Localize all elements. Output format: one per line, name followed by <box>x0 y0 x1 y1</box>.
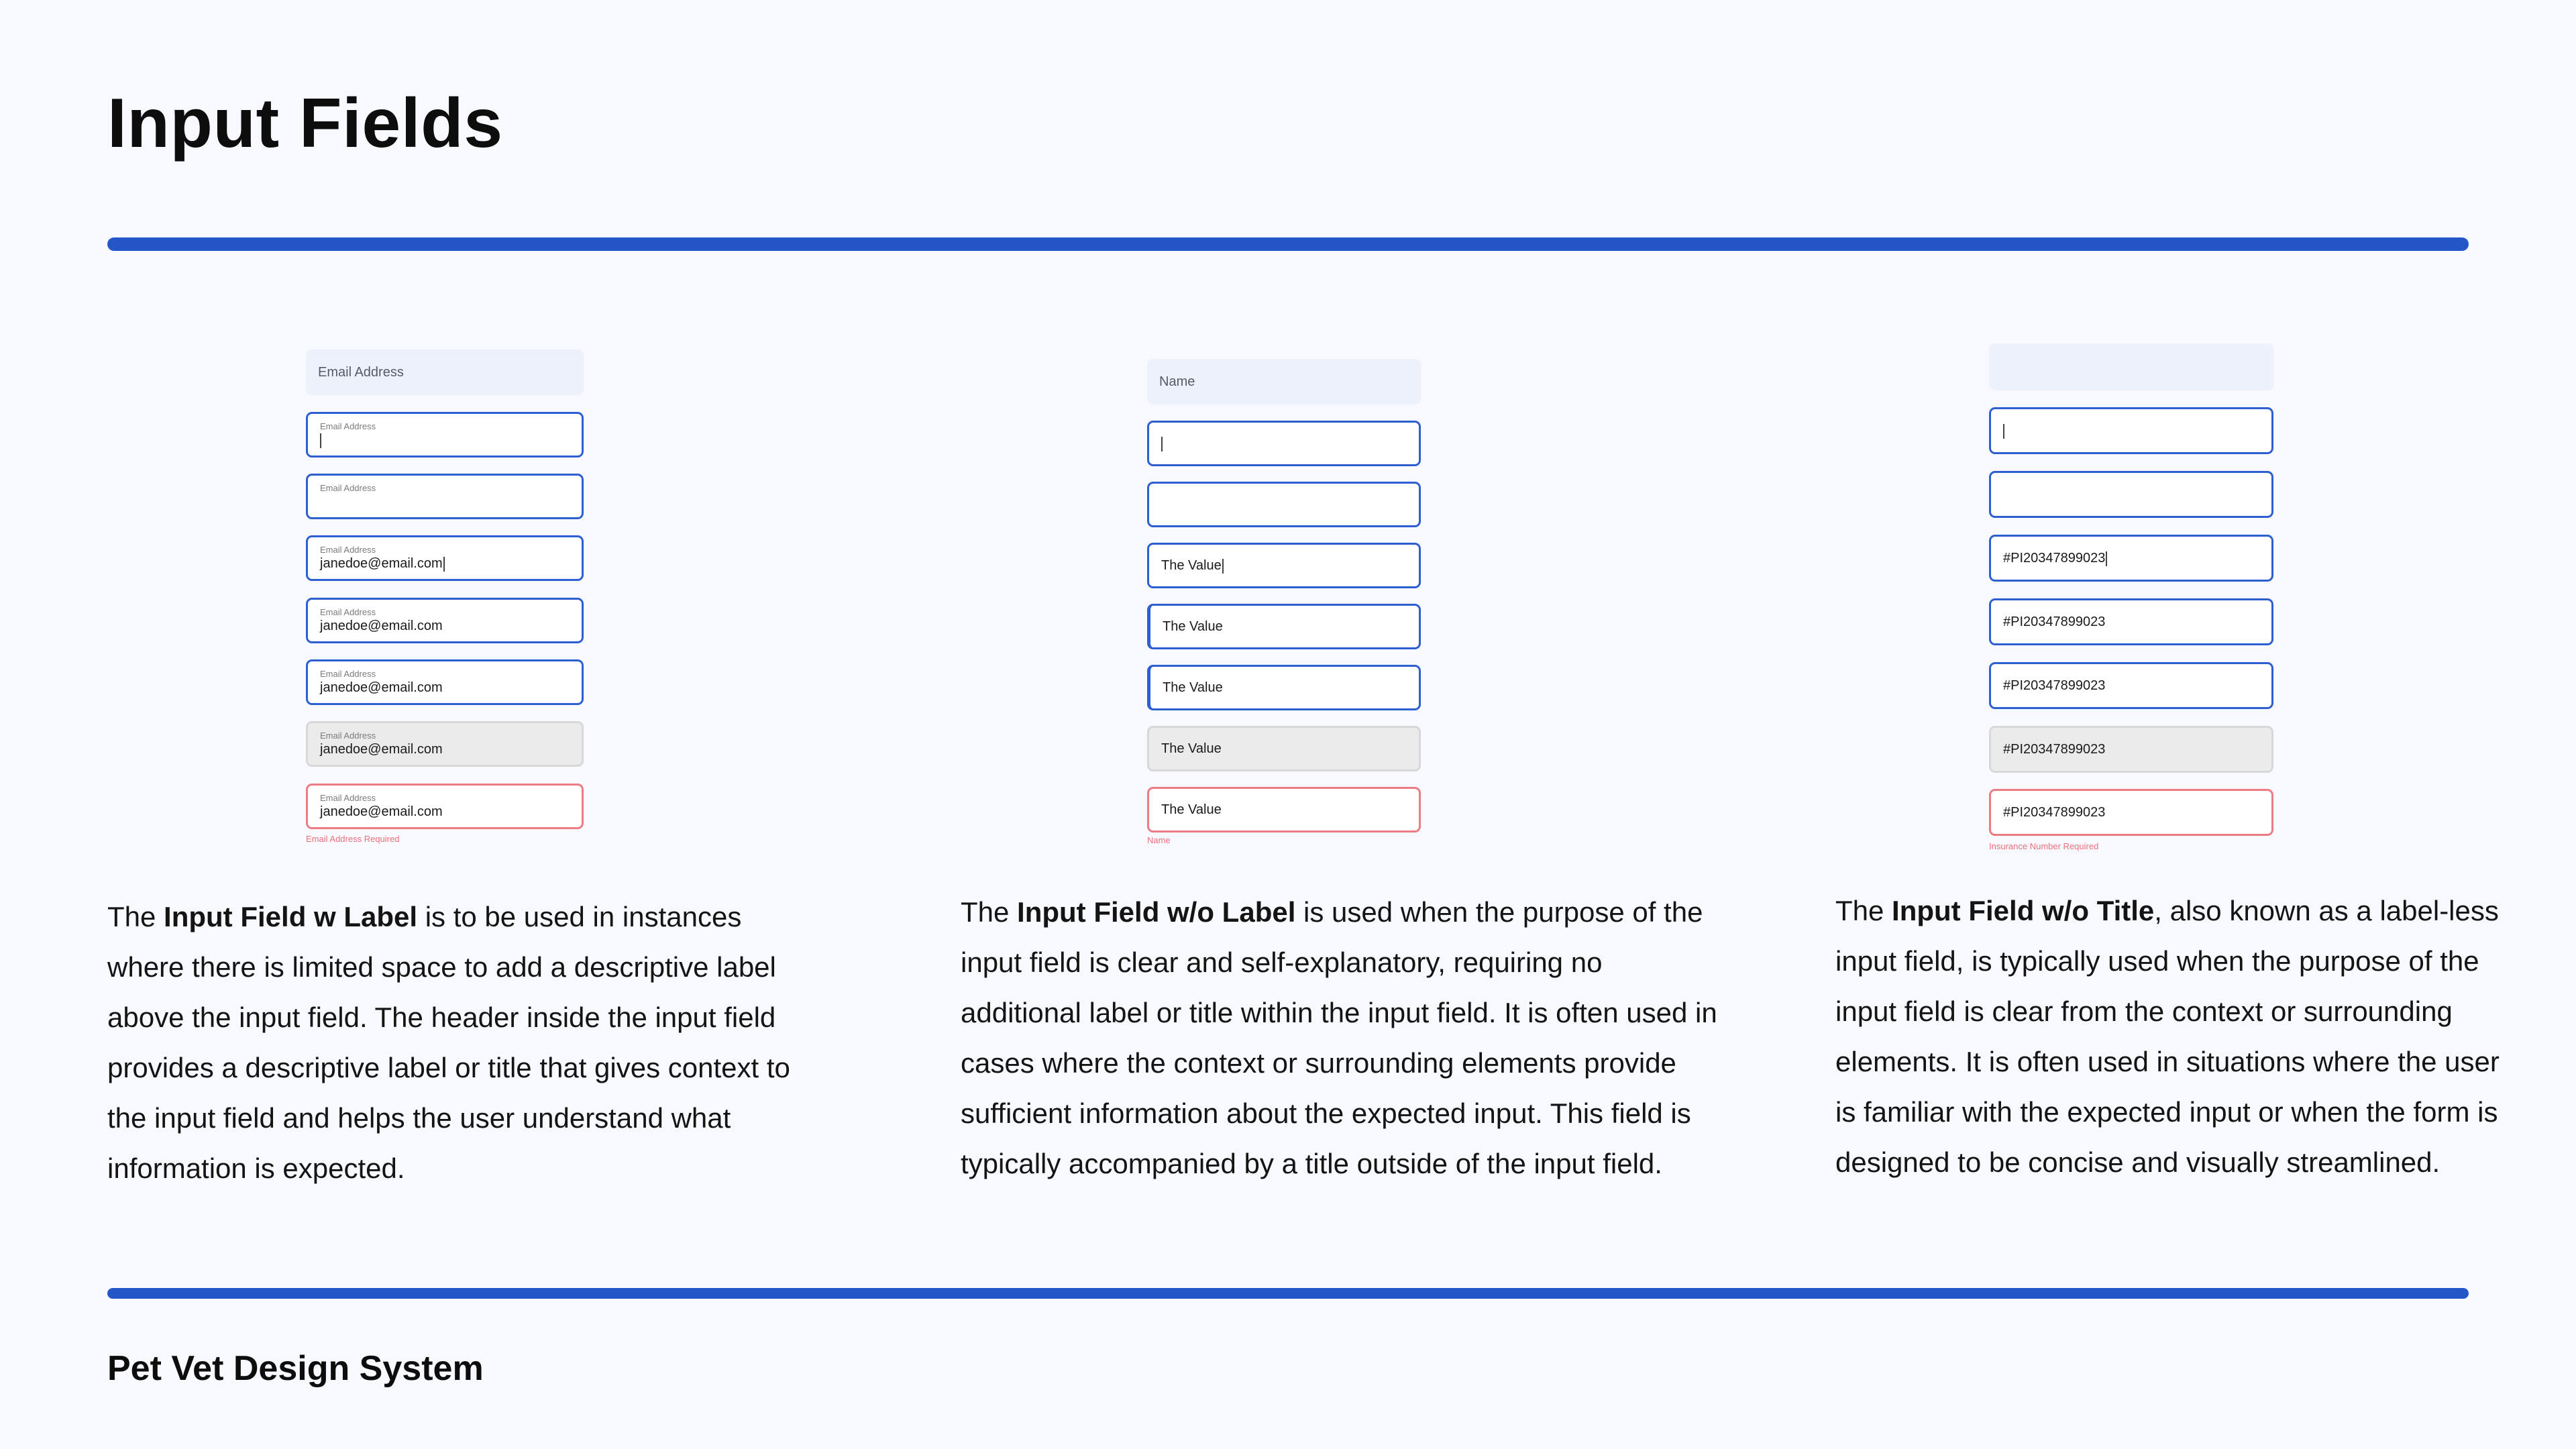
text-caret <box>443 556 445 572</box>
email-field-disabled: Email Address janedoe@email.com <box>306 721 584 767</box>
email-field-value: janedoe@email.com <box>320 618 443 633</box>
name-field-value: The Value <box>1163 619 1223 634</box>
insurance-field-value: #PI20347899023 <box>2003 551 2106 566</box>
text-caret <box>320 433 321 448</box>
name-field-value: The Value <box>1161 741 1222 756</box>
email-field-value: janedoe@email.com <box>320 555 443 571</box>
page-title: Input Fields <box>107 85 503 162</box>
email-field-typing[interactable]: Email Address janedoe@email.com <box>306 535 584 581</box>
email-error-message: Email Address Required <box>306 834 400 844</box>
email-field-filled[interactable]: Email Address janedoe@email.com <box>306 659 584 705</box>
name-header-text: Name <box>1159 374 1195 389</box>
email-field-value: janedoe@email.com <box>320 680 443 695</box>
email-field-label: Email Address <box>320 483 376 494</box>
name-field-value: The Value <box>1161 802 1222 817</box>
insurance-field-empty[interactable] <box>1989 471 2273 518</box>
footer-brand: Pet Vet Design System <box>107 1349 484 1388</box>
insurance-field-value: #PI20347899023 <box>2003 805 2106 820</box>
email-field-label: Email Address <box>320 607 376 618</box>
name-field-value: The Value <box>1161 558 1222 573</box>
name-field-disabled: The Value <box>1147 726 1421 771</box>
text-caret <box>1161 436 1163 451</box>
insurance-field-filled[interactable]: #PI20347899023 <box>1989 662 2273 709</box>
email-field-value: janedoe@email.com <box>320 741 443 757</box>
text-caret <box>2106 551 2108 566</box>
description-title: Input Field w Label <box>164 901 418 932</box>
description-without-label: The Input Field w/o Label is used when t… <box>961 896 1717 1179</box>
description-title: Input Field w/o Label <box>1017 896 1296 928</box>
text-caret <box>1222 558 1224 574</box>
email-field-label: Email Address <box>320 731 376 741</box>
insurance-field-value: #PI20347899023 <box>2003 614 2106 629</box>
email-field-empty[interactable]: Email Address <box>306 474 584 519</box>
email-field-label: Email Address <box>320 669 376 680</box>
name-error-message: Name <box>1147 835 1171 845</box>
name-field-focused-empty[interactable] <box>1147 421 1421 466</box>
insurance-field-value: #PI20347899023 <box>2003 742 2106 757</box>
email-field-filled-hover[interactable]: Email Address janedoe@email.com <box>306 598 584 643</box>
insurance-field-disabled: #PI20347899023 <box>1989 726 2273 773</box>
bottom-divider <box>107 1288 2469 1299</box>
email-header-cell: Email Address <box>306 350 584 395</box>
name-field-error[interactable]: The Value <box>1147 787 1421 833</box>
description-with-label: The Input Field w Label is to be used in… <box>107 901 790 1184</box>
description-title: Input Field w/o Title <box>1892 895 2155 926</box>
insurance-header-cell <box>1989 343 2273 390</box>
email-field-label: Email Address <box>320 545 376 555</box>
insurance-field-filled-hover[interactable]: #PI20347899023 <box>1989 598 2273 645</box>
insurance-field-error[interactable]: #PI20347899023 <box>1989 789 2273 836</box>
name-header-cell: Name <box>1147 359 1421 405</box>
name-field-value: The Value <box>1163 680 1223 695</box>
description-without-title: The Input Field w/o Title, also known as… <box>1835 895 2500 1178</box>
email-field-label: Email Address <box>320 421 376 432</box>
insurance-field-focused-empty[interactable] <box>1989 407 2273 454</box>
name-field-filled-hover[interactable]: The Value <box>1147 604 1421 649</box>
top-divider <box>107 237 2469 251</box>
text-caret <box>2003 423 2004 439</box>
email-field-error[interactable]: Email Address janedoe@email.com <box>306 784 584 829</box>
email-field-label: Email Address <box>320 793 376 804</box>
email-field-value: janedoe@email.com <box>320 804 443 819</box>
insurance-field-typing[interactable]: #PI20347899023 <box>1989 535 2273 582</box>
name-field-empty[interactable] <box>1147 482 1421 527</box>
email-field-focused-empty[interactable]: Email Address <box>306 412 584 458</box>
name-field-filled[interactable]: The Value <box>1147 665 1421 710</box>
name-field-typing[interactable]: The Value <box>1147 543 1421 588</box>
email-header-text: Email Address <box>318 364 404 380</box>
insurance-field-value: #PI20347899023 <box>2003 678 2106 693</box>
insurance-error-message: Insurance Number Required <box>1989 841 2099 851</box>
